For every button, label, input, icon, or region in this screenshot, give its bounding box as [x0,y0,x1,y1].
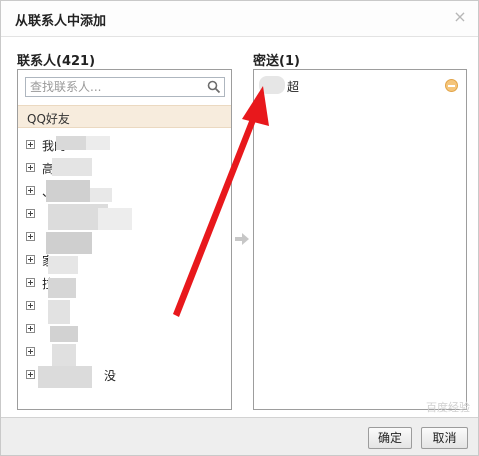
expand-icon[interactable] [26,140,35,149]
expand-icon[interactable] [26,301,35,310]
expand-icon[interactable] [26,324,35,333]
expand-icon[interactable] [26,278,35,287]
search-icon[interactable] [207,80,221,94]
bcc-title: 密送(1) [253,54,300,69]
close-icon[interactable]: × [452,9,468,25]
dialog-footer: 确定 取消 [1,417,478,455]
group-qq-friends[interactable]: QQ好友 [18,105,231,128]
recipient-item[interactable]: 超 [259,76,459,94]
cancel-button[interactable]: 取消 [421,427,468,449]
dialog-title: 从联系人中添加 [15,14,107,29]
add-from-contacts-dialog: 从联系人中添加 × 联系人(421) 密送(1) QQ好友 我的 高 、 [0,0,479,456]
redaction-mosaic [38,132,132,392]
ok-button[interactable]: 确定 [368,427,412,449]
expand-icon[interactable] [26,186,35,195]
expand-icon[interactable] [26,347,35,356]
avatar [259,76,285,94]
contact-search-box [25,77,225,97]
expand-icon[interactable] [26,209,35,218]
expand-icon[interactable] [26,232,35,241]
expand-icon[interactable] [26,370,35,379]
group-label: QQ好友 [27,112,70,126]
dialog-titlebar: 从联系人中添加 × [1,1,478,37]
contacts-panel: QQ好友 我的 高 、 家 拉 [17,69,232,410]
watermark: 百度经验 [426,401,470,414]
bcc-panel: 超 [253,69,467,410]
remove-icon[interactable] [445,79,458,92]
transfer-arrow-icon [235,233,249,245]
contact-search-input[interactable] [30,79,202,95]
contacts-title: 联系人(421) [17,54,96,69]
expand-icon[interactable] [26,163,35,172]
recipient-name: 超 [287,80,300,94]
expand-icon[interactable] [26,255,35,264]
